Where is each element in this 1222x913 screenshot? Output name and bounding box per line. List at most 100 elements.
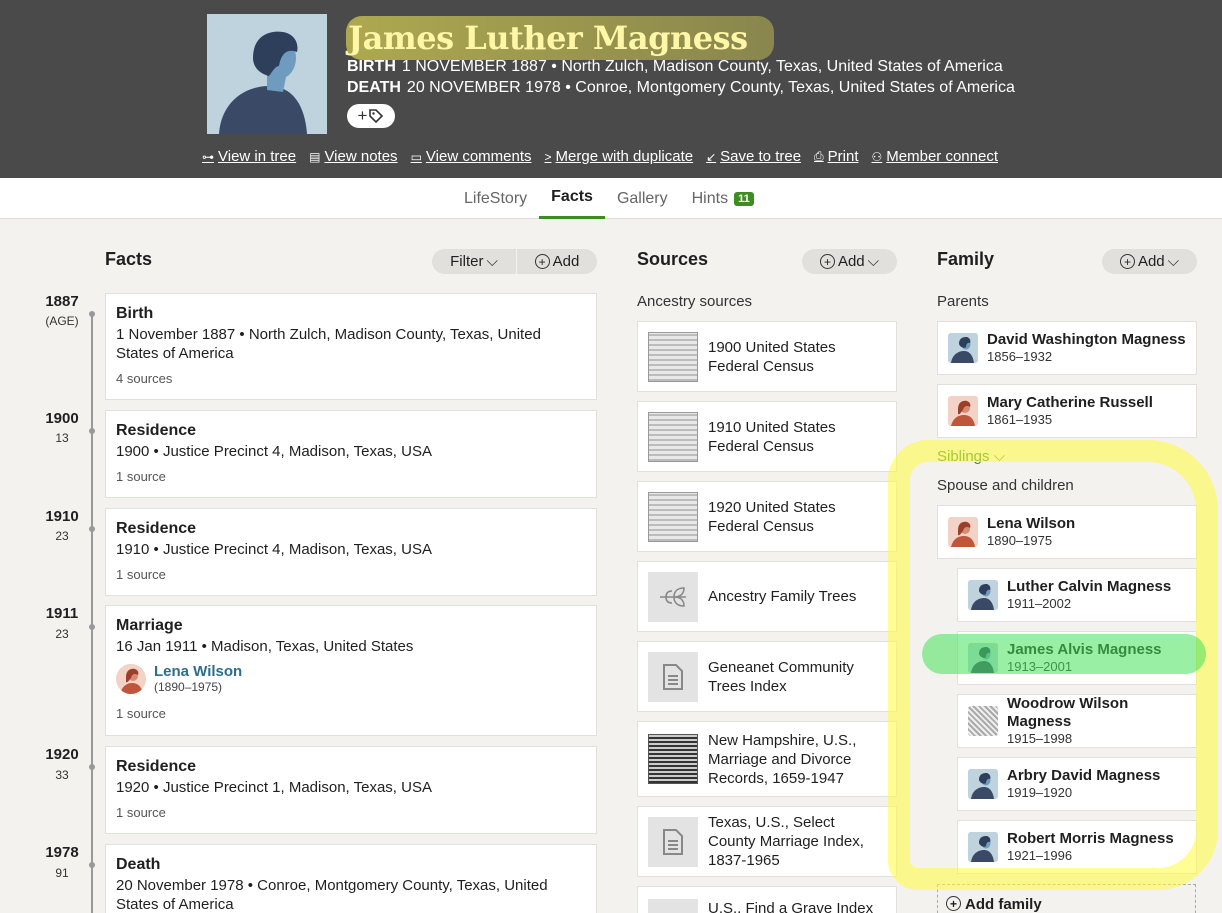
spouse-link[interactable]: Lena Wilson: [154, 663, 242, 680]
fact-type: Marriage: [116, 617, 183, 634]
action-label: Save to tree: [720, 148, 802, 165]
fact-year: 1900: [45, 410, 79, 427]
source-card[interactable]: 1920 United States Federal Census: [637, 481, 897, 552]
profile-portrait[interactable]: [207, 14, 327, 134]
fact-sources[interactable]: 1 source: [116, 706, 586, 721]
source-card[interactable]: U.S., Find a Grave Index: [637, 886, 897, 913]
tag-icon: [369, 109, 384, 124]
child-card[interactable]: Arbry David Magness 1919–1920: [957, 757, 1197, 811]
fact-sources[interactable]: 4 sources: [116, 371, 586, 386]
timeline-dot: [89, 428, 95, 434]
source-card[interactable]: Texas, U.S., Select County Marriage Inde…: [637, 806, 897, 877]
save-to-tree-link[interactable]: ↙ Save to tree: [706, 148, 801, 165]
document-icon: [648, 899, 698, 913]
male-silhouette-icon: [207, 14, 327, 134]
filter-button[interactable]: Filter ⌵: [432, 249, 516, 274]
child-card[interactable]: Woodrow Wilson Magness 1915–1998: [957, 694, 1197, 748]
tree-leaf-icon: [648, 571, 698, 622]
spouse-card[interactable]: Lena Wilson 1890–1975: [937, 505, 1197, 559]
add-fact-button[interactable]: + Add: [517, 249, 597, 274]
tab-label: LifeStory: [464, 189, 528, 207]
fact-sources[interactable]: 1 source: [116, 567, 586, 582]
parent-card[interactable]: Mary Catherine Russell 1861–1935: [937, 384, 1197, 438]
child-card[interactable]: James Alvis Magness 1913–2001: [957, 631, 1197, 685]
add-family-button[interactable]: + Add family: [937, 884, 1196, 913]
fact-card-residence[interactable]: Residence 1900 • Justice Precinct 4, Mad…: [105, 410, 597, 498]
merge-icon: >: [544, 149, 552, 164]
fact-sources[interactable]: 1 source: [116, 469, 586, 484]
fact-card-death[interactable]: Death 20 November 1978 • Conroe, Montgom…: [105, 844, 597, 913]
plus-circle-icon: +: [534, 254, 550, 269]
tab-bar: LifeStory Facts Gallery Hints 11: [0, 178, 1222, 219]
source-title: Ancestry Family Trees: [708, 588, 857, 605]
source-card[interactable]: Geneanet Community Trees Index: [637, 641, 897, 712]
fact-card-birth[interactable]: Birth 1 November 1887 • North Zulch, Mad…: [105, 293, 597, 400]
view-notes-link[interactable]: ▤ View notes: [309, 148, 397, 165]
siblings-toggle[interactable]: Siblings ⌵: [937, 448, 1005, 465]
male-avatar-icon: [968, 643, 998, 673]
male-avatar-icon: [948, 333, 978, 363]
fact-sources[interactable]: 1 source: [116, 805, 586, 820]
person-years: 1911–2002: [1007, 596, 1072, 611]
child-card[interactable]: Luther Calvin Magness 1911–2002: [957, 568, 1197, 622]
tab-lifestory[interactable]: LifeStory: [452, 178, 539, 219]
fact-detail: 1900 • Justice Precinct 4, Madison, Texa…: [116, 443, 432, 460]
fact-type: Death: [116, 856, 161, 873]
person-years: 1890–1975: [987, 533, 1053, 548]
person-name: Lena Wilson: [987, 515, 1076, 532]
source-title: Geneanet Community Trees Index: [708, 658, 854, 695]
print-link[interactable]: ⎙ Print: [814, 148, 858, 165]
action-label: View in tree: [218, 148, 297, 165]
source-title: Texas, U.S., Select County Marriage Inde…: [708, 814, 864, 869]
person-years: 1919–1920: [1007, 785, 1073, 800]
fact-type: Birth: [116, 305, 154, 322]
notes-icon: ▤: [309, 149, 321, 164]
fact-type: Residence: [116, 422, 197, 439]
tab-facts[interactable]: Facts: [539, 178, 605, 219]
census-thumbnail: [648, 331, 698, 382]
tab-hints[interactable]: Hints 11: [680, 178, 766, 219]
source-card[interactable]: New Hampshire, U.S., Marriage and Divorc…: [637, 721, 897, 797]
fact-card-residence[interactable]: Residence 1920 • Justice Precinct 1, Mad…: [105, 746, 597, 834]
fact-card-residence[interactable]: Residence 1910 • Justice Precinct 4, Mad…: [105, 508, 597, 596]
birth-vital: BIRTH 1 NOVEMBER 1887 • North Zulch, Madi…: [347, 58, 1003, 76]
male-avatar-icon: [968, 832, 998, 862]
source-card[interactable]: Ancestry Family Trees: [637, 561, 897, 632]
child-card[interactable]: Robert Morris Magness 1921–1996: [957, 820, 1197, 874]
fact-year: 1911: [45, 605, 79, 622]
view-comments-link[interactable]: ▭ View comments: [411, 148, 532, 165]
marriage-spouse[interactable]: Lena Wilson (1890–1975): [116, 663, 586, 694]
plus-circle-icon: +: [819, 254, 835, 269]
tab-gallery[interactable]: Gallery: [605, 178, 680, 219]
member-connect-link[interactable]: ⚇ Member connect: [872, 148, 998, 165]
person-header: James Luther Magness BIRTH 1 NOVEMBER 188…: [0, 0, 1222, 178]
action-label: Print: [827, 148, 859, 165]
action-label: View comments: [425, 148, 532, 165]
add-tag-button[interactable]: +: [347, 104, 395, 128]
action-bar: ⊶ View in tree ▤ View notes ▭ View comments…: [202, 148, 998, 165]
source-title: 1910 United States Federal Census: [708, 418, 836, 455]
add-label: Add: [1137, 253, 1165, 270]
add-source-button[interactable]: + Add ⌵: [802, 249, 897, 274]
fact-year: 1910: [45, 508, 79, 525]
add-label: Add: [552, 253, 580, 270]
parent-card[interactable]: David Washington Magness 1856–1932: [937, 321, 1197, 375]
fact-detail: 20 November 1978 • Conroe, Montgomery Co…: [116, 877, 548, 913]
person-years: 1856–1932: [987, 349, 1053, 364]
fact-card-marriage[interactable]: Marriage 16 Jan 1911 • Madison, Texas, U…: [105, 605, 597, 736]
source-card[interactable]: 1900 United States Federal Census: [637, 321, 897, 392]
chevron-down-icon: ⌵: [867, 253, 880, 270]
fact-type: Residence: [116, 758, 197, 775]
source-card[interactable]: 1910 United States Federal Census: [637, 401, 897, 472]
add-family-member-button[interactable]: + Add ⌵: [1102, 249, 1197, 274]
view-in-tree-link[interactable]: ⊶ View in tree: [202, 148, 296, 165]
timeline-dot: [89, 624, 95, 630]
chevron-down-icon: ⌵: [486, 253, 498, 270]
timeline-line: [91, 312, 93, 913]
photo-avatar: [968, 706, 998, 736]
census-thumbnail: [648, 411, 698, 462]
fact-type: Residence: [116, 520, 197, 537]
person-name: Robert Morris Magness: [1007, 830, 1174, 847]
merge-duplicate-link[interactable]: > Merge with duplicate: [545, 148, 694, 165]
fact-age: 33: [55, 768, 69, 782]
